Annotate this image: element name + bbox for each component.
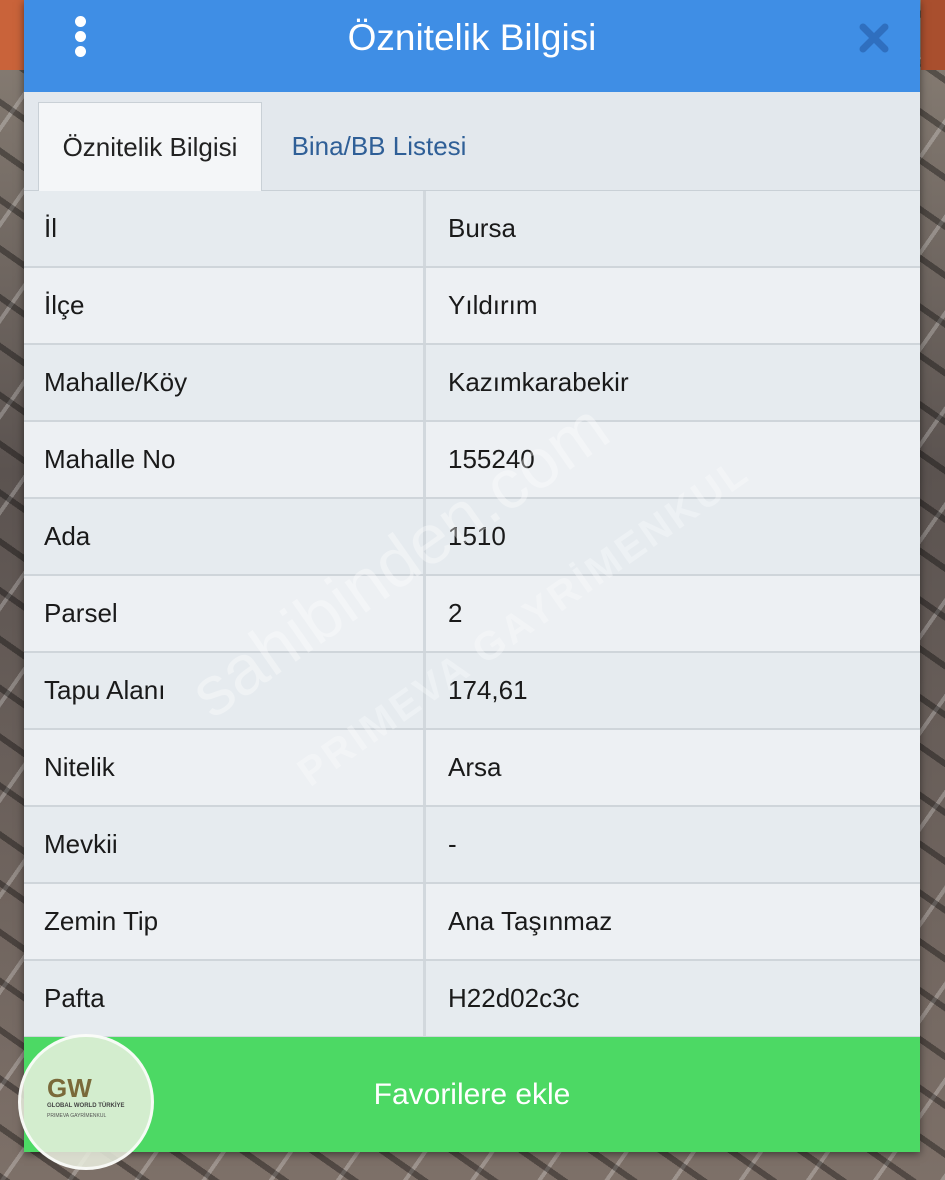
table-row: Zemin Tip Ana Taşınmaz [24, 884, 920, 961]
brand-logo: GW GLOBAL WORLD TÜRKİYE PRIMEVA GAYRİMEN… [18, 1034, 154, 1170]
attribute-value: - [448, 829, 457, 859]
tab-bar: Öznitelik Bilgisi Bina/BB Listesi [24, 92, 920, 191]
attribute-label: Parsel [24, 576, 426, 651]
table-row: Nitelik Arsa [24, 730, 920, 807]
dialog-title: Öznitelik Bilgisi [347, 17, 597, 58]
attribute-value: Ana Taşınmaz [448, 906, 613, 936]
attribute-label: Ada [24, 499, 426, 574]
attribute-label: İlçe [24, 268, 426, 343]
attribute-value: 1510 [448, 521, 506, 551]
attribute-dialog: Öznitelik Bilgisi Öznitelik Bilgisi Bina… [24, 0, 920, 1152]
table-row: Parsel 2 [24, 576, 920, 653]
attribute-value: Kazımkarabekir [448, 367, 629, 397]
tab-attribute-info[interactable]: Öznitelik Bilgisi [38, 102, 262, 191]
logo-mark: GW [47, 1073, 92, 1103]
table-row: Tapu Alanı 174,61 [24, 653, 920, 730]
close-icon[interactable] [858, 22, 890, 54]
map-edge-left [0, 0, 24, 70]
table-row: Mahalle/Köy Kazımkarabekir [24, 345, 920, 422]
attribute-value: H22d02c3c [448, 983, 580, 1013]
attribute-value: Bursa [448, 213, 516, 243]
attribute-label: Mahalle/Köy [24, 345, 426, 420]
attribute-value: 174,61 [448, 675, 528, 705]
attribute-value: 155240 [448, 444, 535, 474]
table-row: İl Bursa [24, 191, 920, 268]
attribute-label: İl [24, 191, 426, 266]
attribute-value: Arsa [448, 752, 502, 782]
table-row: Ada 1510 [24, 499, 920, 576]
attribute-table: İl Bursa İlçe Yıldırım Mahalle/Köy Kazımkar… [24, 191, 920, 1038]
logo-line1: GLOBAL WORLD TÜRKİYE [47, 1103, 125, 1109]
attribute-label: Nitelik [24, 730, 426, 805]
tab-building-list[interactable]: Bina/BB Listesi [274, 102, 484, 190]
table-row: İlçe Yıldırım [24, 268, 920, 345]
attribute-label: Mahalle No [24, 422, 426, 497]
map-edge-right [921, 0, 945, 70]
add-to-favorites-button[interactable]: Favorilere ekle [24, 1037, 920, 1152]
table-row: Pafta H22d02c3c [24, 961, 920, 1038]
attribute-label: Pafta [24, 961, 426, 1036]
table-row: Mahalle No 155240 [24, 422, 920, 499]
dialog-header: Öznitelik Bilgisi [24, 0, 920, 94]
attribute-label: Zemin Tip [24, 884, 426, 959]
add-to-favorites-label: Favorilere ekle [373, 1078, 571, 1111]
attribute-value: 2 [448, 598, 463, 628]
logo-line2: PRIMEVA GAYRİMENKUL [47, 1113, 107, 1119]
attribute-value: Yıldırım [448, 290, 538, 320]
attribute-label: Mevkii [24, 807, 426, 882]
table-row: Mevkii - [24, 807, 920, 884]
attribute-label: Tapu Alanı [24, 653, 426, 728]
